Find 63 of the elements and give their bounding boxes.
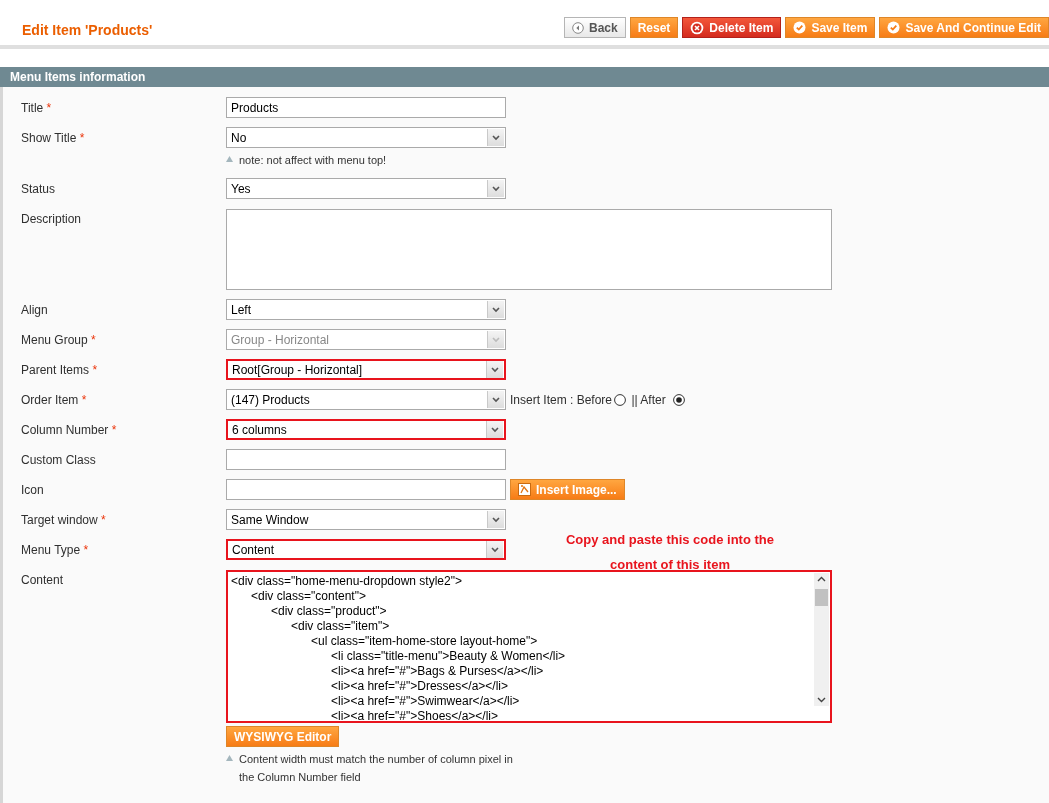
text-input[interactable] [226, 449, 506, 470]
required-asterisk: * [111, 423, 117, 437]
field-label: Align [21, 303, 48, 317]
code-line: <li><a href="#">Bags & Purses</a></li> [330, 664, 545, 679]
back-button[interactable]: Back [564, 17, 626, 38]
code-line: <li><a href="#">Shoes</a></li> [330, 709, 499, 721]
code-textarea[interactable] [226, 570, 832, 723]
select-field[interactable]: No [226, 127, 506, 148]
note-triangle-icon [226, 755, 233, 761]
required-asterisk: * [92, 363, 98, 377]
required-asterisk: * [83, 543, 89, 557]
textarea-field[interactable] [226, 209, 832, 290]
check-icon [887, 21, 901, 34]
required-asterisk: * [79, 131, 85, 145]
field-label: Parent Items [21, 363, 90, 377]
code-line: <div class="item"> [290, 619, 391, 634]
annotation-text: Copy and paste this code into the content of this item [565, 531, 775, 574]
back-icon [572, 21, 584, 34]
select-field[interactable]: Yes [226, 178, 506, 199]
select-field[interactable]: Root[Group - Horizontal] [226, 359, 506, 380]
text-input[interactable]: Products [226, 97, 506, 118]
field-label: Icon [21, 483, 44, 497]
select-field[interactable]: 6 columns [226, 419, 506, 440]
field-label: Status [21, 182, 56, 196]
insert-after-label: || After [630, 392, 666, 407]
select-field[interactable]: (147) Products [226, 389, 506, 410]
field-label: Menu Type [21, 543, 81, 557]
required-asterisk: * [81, 393, 87, 407]
code-line: <div class="product"> [270, 604, 388, 619]
page-title: Edit Item 'Products' [22, 20, 153, 38]
radio-button[interactable] [673, 393, 685, 406]
field-label: Menu Group [21, 333, 88, 347]
field-label: Order Item [21, 393, 79, 407]
code-line: <li><a href="#">Dresses</a></li> [330, 679, 509, 694]
field-note: note: not affect with menu top! [239, 153, 388, 168]
select-field[interactable]: Content [226, 539, 506, 560]
check-icon [793, 21, 807, 34]
field-label: Show Title [21, 131, 77, 145]
field-label: Title [21, 101, 44, 115]
required-asterisk: * [101, 513, 106, 527]
field-label: Content [21, 573, 64, 587]
delete-button[interactable]: Delete Item [682, 17, 782, 38]
image-icon [518, 483, 531, 496]
field-label: Target window [21, 513, 98, 527]
select-field[interactable]: Same Window [226, 509, 506, 530]
field-label: Custom Class [21, 453, 96, 467]
required-asterisk: * [46, 101, 52, 115]
required-asterisk: * [91, 333, 96, 347]
code-line: <li class="title-menu">Beauty & Women</li> [330, 649, 567, 664]
field-label: Column Number [21, 423, 109, 437]
code-line: <div class="home-menu-dropdown style2"> [231, 574, 463, 589]
code-line: <li><a href="#">Swimwear</a></li> [330, 694, 521, 709]
code-line: <div class="content"> [250, 589, 367, 604]
text-input[interactable] [226, 479, 506, 500]
radio-button[interactable] [614, 393, 627, 406]
note-triangle-icon [226, 156, 233, 162]
section-header: Menu Items information [0, 67, 1049, 87]
close-icon [690, 20, 705, 35]
select-field[interactable]: Left [226, 299, 506, 320]
insert-before-label: Insert Item : Before [510, 392, 613, 407]
code-line: <ul class="item-home-store layout-home"> [310, 634, 539, 649]
field-note: Content width must match the number of column pixel in the Column Number field [239, 752, 514, 785]
field-label: Description [21, 212, 82, 226]
